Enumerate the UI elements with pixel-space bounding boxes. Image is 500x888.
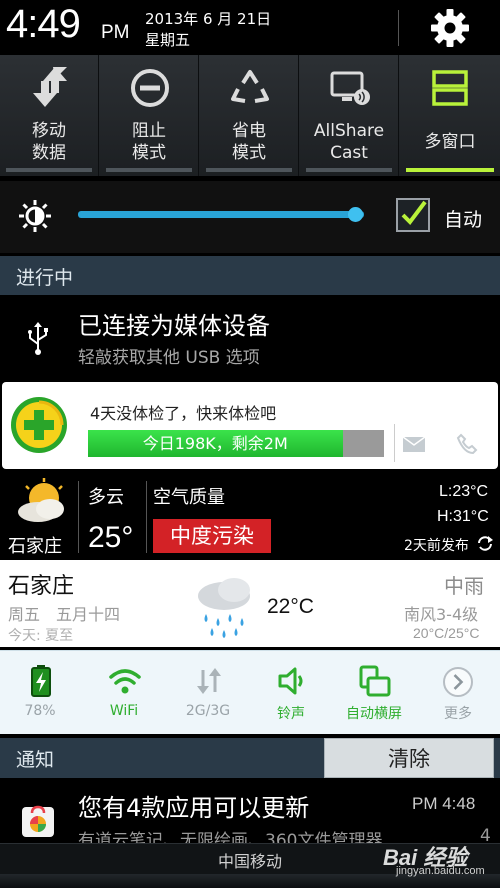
traffic-bar-text: 今日198K，剩余2M	[142, 434, 288, 453]
header-divider	[398, 10, 399, 46]
shortcut-label: 铃声	[277, 706, 305, 722]
air-quality-badge: 中度污染	[153, 519, 271, 553]
auto-rotate-icon	[359, 665, 391, 697]
recycle-icon	[231, 70, 269, 103]
weather-card-city: 石家庄	[8, 574, 75, 599]
weather-condition: 多云	[88, 487, 124, 508]
mail-icon[interactable]	[403, 437, 425, 452]
usb-icon	[28, 322, 48, 355]
date-label: 2013年 6 月 21日	[145, 10, 272, 28]
battery-icon	[31, 665, 51, 697]
auto-brightness-label: 自动	[444, 209, 483, 231]
rain-cloud-icon	[198, 578, 250, 638]
data-arrows-icon	[197, 668, 221, 694]
toggle-label: AllShare	[313, 121, 385, 141]
weather-card-range: 20°C/25°C	[413, 625, 480, 641]
refresh-icon[interactable]	[476, 535, 494, 551]
clock-time: 4:49	[6, 2, 81, 46]
weather-card-date: 周五 五月十四	[8, 605, 121, 624]
shortcut-auto-rotate[interactable]: 自动横屏	[334, 650, 414, 734]
weather-card-condition: 中雨	[444, 574, 484, 598]
brightness-slider-track[interactable]	[78, 211, 364, 218]
usb-title: 已连接为媒体设备	[78, 312, 270, 340]
toggle-label: 移动	[32, 121, 66, 141]
shortcut-label: 自动横屏	[346, 706, 402, 722]
360-logo-icon	[11, 397, 67, 453]
weather-card-wind: 南风3-4级	[404, 605, 479, 624]
toggle-indicator	[6, 168, 92, 172]
toggle-label: 省电	[232, 121, 266, 141]
watermark-url: jingyan.baidu.com	[396, 865, 485, 877]
checkup-message: 4天没体检了，快来体检吧	[90, 404, 277, 423]
toggle-label: 数据	[32, 143, 66, 163]
app-store-icon	[22, 805, 54, 837]
quick-toggles-panel: 移动 数据 阻止 模式 省电 模式 AllShare Cast 多窗口	[0, 55, 500, 176]
weather-card-temperature: 22°C	[267, 595, 314, 618]
toggle-label: 模式	[132, 143, 166, 163]
shortcut-label: 78%	[24, 703, 56, 719]
partly-cloudy-icon	[18, 478, 64, 522]
toggle-label: 多窗口	[424, 132, 476, 152]
weather-high: H:31°C	[437, 508, 489, 525]
clear-button[interactable]: 清除	[324, 738, 494, 778]
multi-window-icon	[432, 70, 468, 106]
weather-low: L:23°C	[439, 483, 489, 500]
ringer-icon	[278, 667, 303, 695]
usb-subtitle: 轻敲获取其他 USB 选项	[78, 348, 260, 368]
air-quality-label: 空气质量	[153, 487, 225, 508]
phone-icon[interactable]	[456, 433, 478, 455]
brightness-slider-thumb[interactable]	[347, 207, 363, 222]
toggle-indicator	[206, 168, 292, 172]
toggle-label: 模式	[232, 143, 266, 163]
toggle-multi-window[interactable]: 多窗口	[400, 55, 500, 176]
weather-published: 2天前发布	[404, 538, 469, 554]
wifi-icon	[109, 669, 141, 694]
toggle-indicator	[106, 168, 192, 172]
weather-divider	[78, 481, 79, 553]
toggle-allshare-cast[interactable]: AllShare Cast	[300, 55, 399, 176]
shortcut-label: WiFi	[109, 703, 139, 719]
toggle-indicator	[406, 168, 494, 172]
gear-icon[interactable]	[428, 6, 472, 50]
shortcut-battery[interactable]: 78%	[0, 650, 80, 734]
shortcut-wifi[interactable]: WiFi	[84, 650, 164, 734]
toggle-power-saving[interactable]: 省电 模式	[200, 55, 299, 176]
mobile-data-icon	[33, 67, 67, 107]
shortcut-label: 2G/3G	[185, 703, 231, 719]
notifications-header-label: 通知	[16, 749, 55, 771]
weekday-label: 星期五	[145, 31, 191, 49]
shortcut-label: 更多	[444, 706, 472, 722]
toggle-label: 阻止	[132, 121, 166, 141]
chevron-right-icon[interactable]	[443, 667, 473, 697]
update-time: PM 4:48	[412, 794, 476, 813]
auto-brightness-checkbox[interactable]	[396, 198, 430, 232]
toggle-indicator	[306, 168, 392, 172]
block-mode-icon	[131, 69, 169, 107]
ongoing-section-header: 进行中	[0, 256, 500, 295]
toggle-mobile-data[interactable]: 移动 数据	[0, 55, 99, 176]
allshare-cast-icon	[330, 71, 370, 105]
clock-ampm: PM	[101, 22, 130, 43]
toggle-block-mode[interactable]: 阻止 模式	[100, 55, 199, 176]
toggle-label: Cast	[330, 143, 368, 163]
shortcut-ringer[interactable]: 铃声	[251, 650, 331, 734]
card-divider	[394, 424, 395, 462]
weather-divider	[146, 481, 147, 553]
brightness-icon	[19, 200, 51, 232]
weather-city: 石家庄	[8, 536, 62, 557]
update-title: 您有4款应用可以更新	[78, 794, 310, 822]
ongoing-header-label: 进行中	[16, 267, 74, 289]
shortcut-mobile-network[interactable]: 2G/3G	[168, 650, 248, 734]
weather-card-solar-term: 今天: 夏至	[8, 628, 74, 644]
weather-temperature: 25°	[88, 521, 134, 554]
